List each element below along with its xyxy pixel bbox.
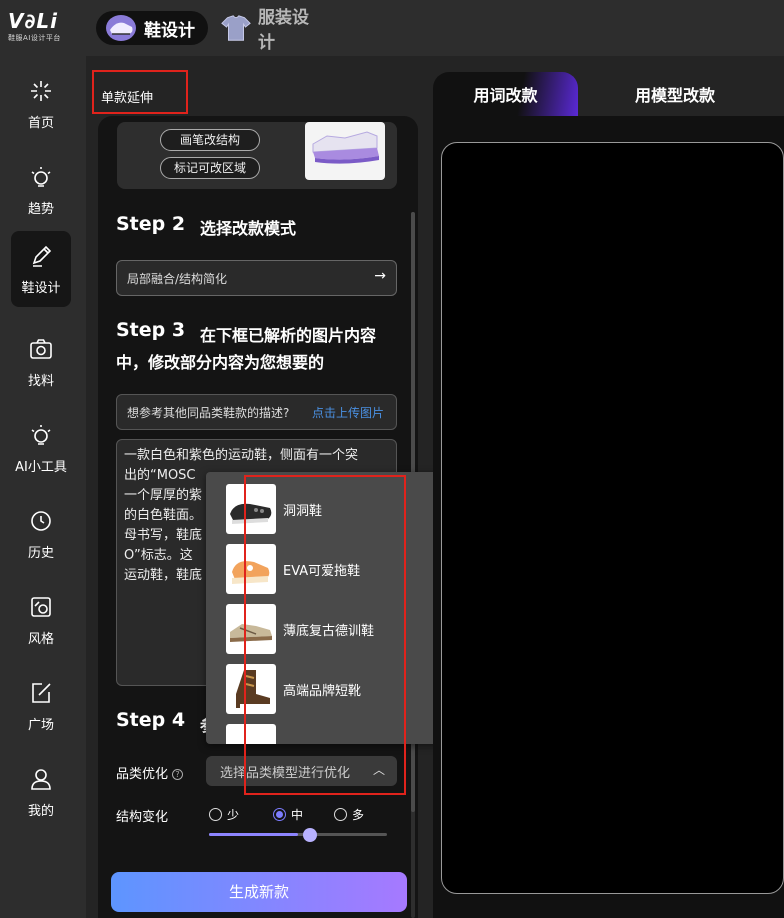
sneaker-image: [312, 131, 379, 164]
category-optimize-text: 品类优化: [116, 767, 169, 782]
history-icon: [31, 510, 51, 531]
app-logo[interactable]: V∂Li 鞋服AI设计平台: [8, 10, 72, 44]
tab-apparel-design[interactable]: 服装设计: [212, 8, 332, 53]
dropdown-option[interactable]: 高端品牌短靴: [226, 664, 446, 714]
retro-trainer-image: [226, 604, 276, 654]
nav-style-label: 风格: [27, 631, 54, 647]
tab-model-restyle[interactable]: 用模型改款: [600, 72, 750, 116]
reference-prompt-box: 想参考其他同品类鞋款的描述? 点击上传图片: [116, 394, 397, 430]
style-icon: [31, 596, 51, 617]
step3-description-line2: 中，修改部分内容为您想要的: [116, 353, 325, 372]
nav-home-label: 首页: [27, 115, 54, 131]
radio-label: 多: [352, 808, 365, 822]
dropdown-option-label: 洞洞鞋: [283, 503, 323, 519]
result-canvas[interactable]: [441, 142, 784, 894]
radio-option-high[interactable]: 多: [334, 806, 364, 823]
radio-circle: [334, 808, 347, 821]
radio-circle: [209, 808, 222, 821]
tab-word-restyle[interactable]: 用词改款: [433, 72, 578, 116]
dropdown-option[interactable]: EVA可爱拖鞋: [226, 544, 446, 594]
nav-material[interactable]: 找料: [11, 324, 71, 400]
nav-profile-label: 我的: [27, 803, 54, 819]
dropdown-option[interactable]: 洞洞鞋: [226, 484, 446, 534]
nav-shoe-design[interactable]: 鞋设计: [11, 231, 71, 307]
panel-title: 单款延伸: [92, 70, 188, 114]
category-dropdown: 洞洞鞋 EVA可爱拖鞋 薄底复古德训鞋 高端品牌短靴: [206, 472, 468, 744]
mark-area-button[interactable]: 标记可改区域: [160, 157, 260, 179]
reference-prompt-text: 想参考其他同品类鞋款的描述?: [127, 406, 290, 420]
dropdown-option-label: EVA可爱拖鞋: [283, 563, 361, 579]
nav-material-label: 找料: [27, 373, 54, 389]
bulb-icon: [31, 166, 51, 187]
apparel-tab-icon: [221, 15, 251, 41]
category-optimize-label: 品类优化?: [116, 763, 184, 782]
category-model-placeholder: 选择品类模型进行优化: [220, 766, 351, 781]
nav-square-label: 广场: [27, 717, 54, 733]
step3-description-line1: 在下框已解析的图片内容: [200, 326, 377, 345]
clog-shoe-image: [226, 484, 276, 534]
top-bar: V∂Li 鞋服AI设计平台 鞋设计 服装设计: [0, 0, 784, 56]
ankle-boot-image: [226, 664, 276, 714]
nav-shoe-design-label: 鞋设计: [21, 280, 61, 296]
nav-ai-tools[interactable]: AI小工具: [11, 410, 71, 486]
uploaded-shoe-image[interactable]: [305, 122, 385, 180]
help-icon[interactable]: ?: [172, 769, 184, 780]
dropdown-option[interactable]: 薄底复古德训鞋: [226, 604, 446, 654]
tab-shoe-design[interactable]: 鞋设计: [96, 11, 208, 45]
logo-subtitle: 鞋服AI设计平台: [8, 34, 61, 42]
radio-circle-selected: [273, 808, 286, 821]
structure-change-label: 结构变化: [116, 810, 169, 825]
pen-icon: [32, 245, 52, 267]
tab-apparel-design-label: 服装设计: [258, 8, 309, 53]
step2-label: Step 2: [116, 213, 186, 235]
description-line: 一款白色和紫色的运动鞋，侧面有一个突: [124, 448, 359, 463]
shoe-tab-icon: [106, 15, 136, 41]
structure-slider-fill: [209, 833, 298, 836]
step3-label: Step 3: [116, 319, 186, 341]
radio-option-low[interactable]: 少: [209, 806, 239, 823]
sparkle-icon: [31, 80, 51, 101]
nav-history[interactable]: 历史: [11, 496, 71, 572]
structure-slider-track[interactable]: [209, 833, 387, 836]
nav-square[interactable]: 广场: [11, 668, 71, 744]
dropdown-option-partial[interactable]: [226, 724, 446, 744]
nav-style[interactable]: 风格: [11, 582, 71, 658]
structure-slider-handle[interactable]: [303, 828, 317, 842]
step4-label: Step 4: [116, 709, 186, 731]
mode-select[interactable]: 局部融合/结构简化 →: [116, 260, 397, 296]
mode-select-value: 局部融合/结构简化: [127, 272, 228, 286]
brush-structure-button[interactable]: 画笔改结构: [160, 129, 260, 151]
eva-slipper-image: [226, 544, 276, 594]
nav-trend[interactable]: 趋势: [11, 152, 71, 228]
chevron-up-icon: ︿: [372, 763, 385, 777]
left-nav: 首页 趋势 鞋设计 找料 AI小工具 历史 风格 广场 我的: [0, 56, 86, 918]
bulb-icon: [31, 424, 51, 445]
category-model-select[interactable]: 选择品类模型进行优化 ︿: [206, 756, 397, 786]
generate-button[interactable]: 生成新款: [111, 872, 407, 912]
upload-image-link[interactable]: 点击上传图片: [312, 404, 384, 421]
radio-option-medium[interactable]: 中: [273, 806, 303, 823]
dropdown-option-label: 薄底复古德训鞋: [283, 623, 375, 639]
user-icon: [31, 768, 51, 790]
arrow-right-icon: →: [374, 268, 386, 284]
nav-profile[interactable]: 我的: [11, 754, 71, 830]
step2-description: 选择改款模式: [200, 219, 297, 238]
radio-label: 中: [291, 808, 304, 822]
radio-label: 少: [227, 808, 240, 822]
camera-icon: [30, 338, 52, 359]
nav-trend-label: 趋势: [27, 201, 54, 217]
edit-square-icon: [32, 682, 51, 703]
logo-text: V∂Li: [8, 9, 58, 33]
nav-ai-tools-label: AI小工具: [15, 459, 67, 475]
tab-shoe-design-label: 鞋设计: [144, 20, 195, 41]
dropdown-option-label: 高端品牌短靴: [283, 683, 362, 699]
shoe-thumbnail-partial: [226, 724, 276, 744]
nav-history-label: 历史: [27, 545, 54, 561]
nav-home[interactable]: 首页: [11, 66, 71, 142]
